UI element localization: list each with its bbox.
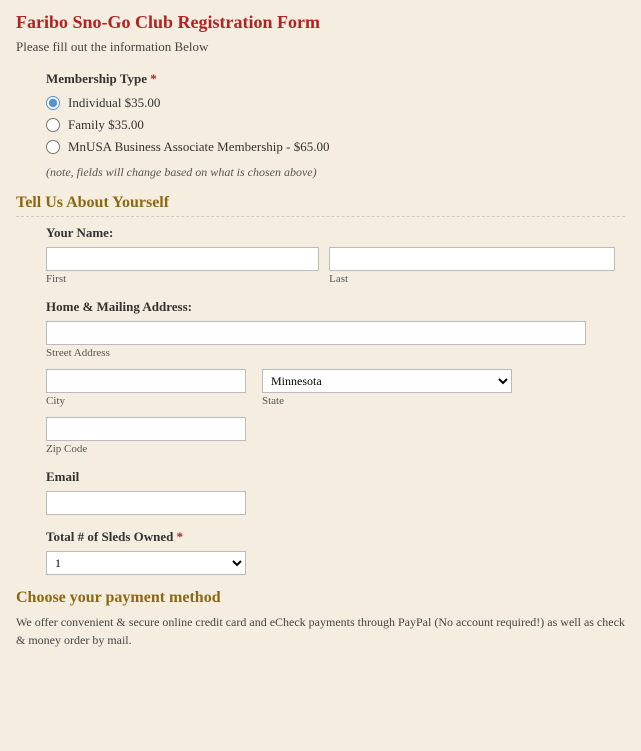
last-name-col: Last (329, 247, 615, 285)
address-label: Home & Mailing Address: (46, 299, 615, 315)
membership-radio-group: Individual $35.00 Family $35.00 MnUSA Bu… (46, 95, 625, 155)
tell-us-heading: Tell Us About Yourself (16, 194, 625, 217)
membership-option-individual-label: Individual $35.00 (68, 95, 160, 111)
page-subtitle: Please fill out the information Below (16, 39, 625, 55)
payment-text: We offer convenient & secure online cred… (16, 613, 625, 649)
membership-note: (note, fields will change based on what … (46, 165, 625, 180)
city-field: City (46, 369, 246, 407)
city-label: City (46, 395, 246, 407)
sleds-label: Total # of Sleds Owned * (46, 529, 615, 545)
sleds-row: Total # of Sleds Owned * 12345678910 (46, 529, 615, 575)
state-select[interactable]: AlabamaAlaskaArizonaArkansasCaliforniaCo… (262, 369, 512, 393)
last-name-label: Last (329, 273, 615, 285)
zip-label: Zip Code (46, 443, 615, 455)
page-title: Faribo Sno-Go Club Registration Form (16, 12, 625, 33)
email-input[interactable] (46, 491, 246, 515)
zip-row: Zip Code (46, 417, 615, 455)
membership-radio-individual[interactable] (46, 96, 60, 110)
street-address-row: Street Address (46, 321, 615, 359)
payment-heading: Choose your payment method (16, 589, 625, 607)
email-label: Email (46, 469, 615, 485)
membership-option-business[interactable]: MnUSA Business Associate Membership - $6… (46, 139, 625, 155)
zip-input[interactable] (46, 417, 246, 441)
state-field: AlabamaAlaskaArizonaArkansasCaliforniaCo… (262, 369, 512, 407)
membership-type-label: Membership Type * (46, 71, 625, 87)
street-address-label: Street Address (46, 347, 615, 359)
sleds-select[interactable]: 12345678910 (46, 551, 246, 575)
first-name-input[interactable] (46, 247, 319, 271)
membership-option-family[interactable]: Family $35.00 (46, 117, 625, 133)
address-section: Home & Mailing Address: Street Address C… (46, 299, 615, 455)
membership-radio-family[interactable] (46, 118, 60, 132)
name-fields: First Last (46, 247, 615, 285)
your-name-label: Your Name: (46, 225, 615, 241)
state-label: State (262, 395, 512, 407)
city-state-row: City AlabamaAlaskaArizonaArkansasCalifor… (46, 369, 615, 407)
city-input[interactable] (46, 369, 246, 393)
membership-option-individual[interactable]: Individual $35.00 (46, 95, 625, 111)
your-name-row: Your Name: First Last (46, 225, 615, 285)
membership-option-family-label: Family $35.00 (68, 117, 144, 133)
last-name-input[interactable] (329, 247, 615, 271)
first-name-col: First (46, 247, 319, 285)
membership-radio-business[interactable] (46, 140, 60, 154)
membership-option-business-label: MnUSA Business Associate Membership - $6… (68, 139, 329, 155)
email-row: Email (46, 469, 615, 515)
first-name-label: First (46, 273, 319, 285)
street-address-input[interactable] (46, 321, 586, 345)
